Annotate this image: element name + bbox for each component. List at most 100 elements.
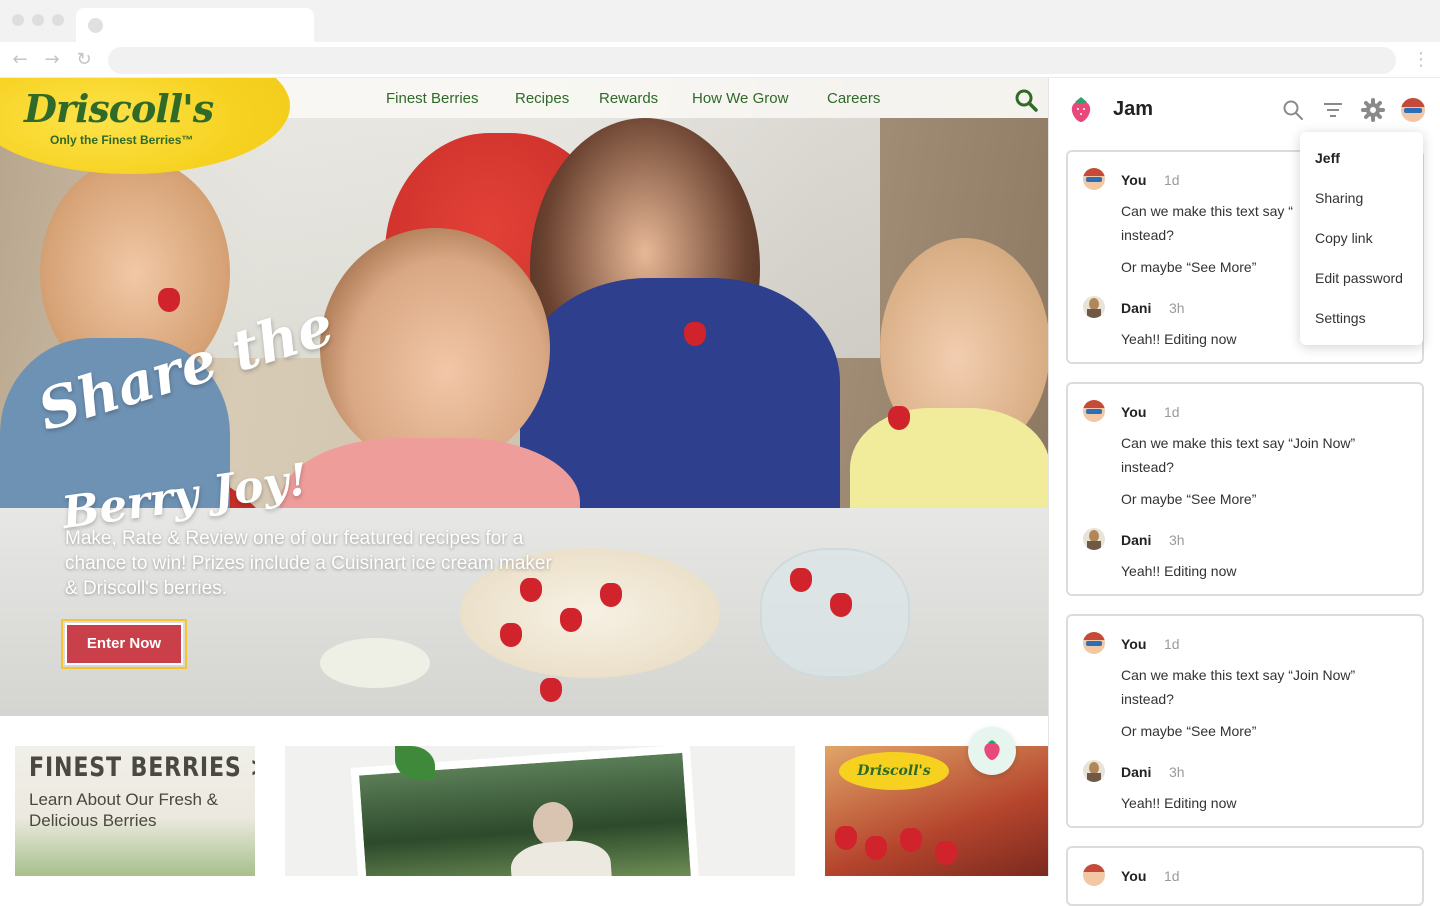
strawberry: [830, 593, 852, 617]
browser-titlebar: [0, 0, 1440, 42]
comment-thread[interactable]: You 1d Can we make this text say “Join N…: [1066, 614, 1424, 828]
nav-careers[interactable]: Careers: [827, 90, 880, 107]
finest-berries-card[interactable]: FINEST BERRIES > Learn About Our Fresh &…: [15, 746, 255, 876]
small-bowl: [320, 638, 430, 688]
logo-tagline: Only the Finest Berries™: [50, 133, 194, 147]
comment-text: Can we make this text say “Join Now”: [1121, 435, 1356, 451]
comment-author: You: [1121, 868, 1147, 884]
avatar-glasses: [1086, 641, 1102, 646]
jam-strawberry-icon: [984, 740, 1000, 760]
reply-author: Dani: [1121, 764, 1152, 780]
reply-time: 3h: [1169, 532, 1185, 548]
strawberry: [600, 583, 622, 607]
comment-thread[interactable]: You 1d: [1066, 846, 1424, 906]
avatar-body: [1087, 773, 1101, 782]
avatar: [1083, 632, 1105, 654]
avatar-body: [1087, 309, 1101, 318]
enter-now-button[interactable]: Enter Now: [61, 619, 187, 669]
reply-author: Dani: [1121, 532, 1152, 548]
window-close-dot[interactable]: [12, 14, 24, 26]
avatar-hair: [1401, 98, 1425, 107]
hero-banner: Share the Berry Joy! Make, Rate & Review…: [0, 78, 1048, 716]
window-maximize-dot[interactable]: [52, 14, 64, 26]
finest-berries-card-subtitle: Learn About Our Fresh & Delicious Berrie…: [29, 790, 218, 830]
jam-strawberry-icon[interactable]: [1069, 96, 1093, 124]
comment-time: 1d: [1164, 636, 1180, 652]
comment-time: 1d: [1164, 868, 1180, 884]
finest-berries-card-title: FINEST BERRIES >: [29, 752, 255, 783]
nav-finest-berries[interactable]: Finest Berries: [386, 90, 479, 107]
avatar-glasses: [1404, 108, 1422, 113]
reload-icon[interactable]: ↻: [74, 50, 94, 70]
strawberry: [835, 826, 857, 850]
menu-copy-link[interactable]: Copy link: [1315, 230, 1373, 246]
comment-time: 1d: [1164, 172, 1180, 188]
avatar-glasses: [1086, 409, 1102, 414]
avatar: [1083, 760, 1105, 782]
back-arrow-icon[interactable]: ←: [10, 50, 30, 70]
comment-text-line2: instead?: [1121, 691, 1174, 707]
avatar: [1083, 528, 1105, 550]
strawberry: [560, 608, 582, 632]
avatar: [1083, 168, 1105, 190]
comment-text-line2: instead?: [1121, 459, 1174, 475]
site-logo[interactable]: Driscoll's: [24, 86, 214, 131]
strawberry: [935, 841, 957, 865]
reply-text: Yeah!! Editing now: [1121, 563, 1237, 579]
strawberry: [158, 288, 180, 312]
grower-shirt: [509, 838, 614, 876]
strawberry: [540, 678, 562, 702]
hero-body-text: Make, Rate & Review one of our featured …: [65, 528, 552, 599]
strawberry: [684, 322, 706, 346]
filter-icon[interactable]: [1321, 98, 1345, 122]
window-minimize-dot[interactable]: [32, 14, 44, 26]
nav-rewards[interactable]: Rewards: [599, 90, 658, 107]
user-avatar[interactable]: [1401, 98, 1425, 122]
avatar: [1083, 296, 1105, 318]
avatar-glasses: [1086, 177, 1102, 182]
avatar-hair: [1083, 864, 1105, 872]
reply-author: Dani: [1121, 300, 1152, 316]
reply-time: 3h: [1169, 300, 1185, 316]
berry-package-card[interactable]: Driscoll's: [825, 746, 1048, 876]
search-icon[interactable]: [1281, 98, 1305, 122]
comment-author: You: [1121, 404, 1147, 420]
menu-settings[interactable]: Settings: [1315, 310, 1366, 326]
nav-recipes[interactable]: Recipes: [515, 90, 569, 107]
jam-title: Jam: [1113, 98, 1154, 120]
forward-arrow-icon[interactable]: →: [42, 50, 62, 70]
avatar-hair: [1083, 400, 1105, 408]
strawberry: [865, 836, 887, 860]
comment-author: You: [1121, 636, 1147, 652]
strawberry: [888, 406, 910, 430]
site-search-icon[interactable]: [1014, 88, 1038, 112]
reply-text: Yeah!! Editing now: [1121, 795, 1237, 811]
jam-launcher-button[interactable]: [968, 727, 1016, 775]
comment-time: 1d: [1164, 404, 1180, 420]
avatar-hair: [1083, 168, 1105, 176]
tab-favicon-icon: [88, 18, 103, 33]
menu-edit-password[interactable]: Edit password: [1315, 270, 1403, 286]
comment-thread[interactable]: You 1d Can we make this text say “Join N…: [1066, 382, 1424, 596]
comment-author: You: [1121, 172, 1147, 188]
nav-how-we-grow[interactable]: How We Grow: [692, 90, 788, 107]
girl-face: [320, 228, 550, 468]
avatar-hair: [1083, 632, 1105, 640]
browser-tab[interactable]: [76, 8, 314, 42]
strawberry: [500, 623, 522, 647]
gear-icon[interactable]: [1361, 98, 1385, 122]
comment-text: Can we make this text say “Join Now”: [1121, 667, 1356, 683]
menu-sharing[interactable]: Sharing: [1315, 190, 1363, 206]
enter-now-label: Enter Now: [65, 623, 183, 665]
reply-time: 3h: [1169, 764, 1185, 780]
avatar: [1083, 864, 1105, 886]
comment-followup: Or maybe “See More”: [1121, 723, 1257, 739]
address-bar[interactable]: [108, 47, 1396, 74]
avatar-body: [1087, 541, 1101, 550]
grower-story-card[interactable]: [285, 746, 795, 876]
strawberry: [790, 568, 812, 592]
user-dropdown-menu: Jeff Sharing Copy link Edit password Set…: [1300, 132, 1423, 345]
comment-followup: Or maybe “See More”: [1121, 491, 1257, 507]
kebab-menu-icon[interactable]: ⋮: [1412, 51, 1430, 71]
browser-toolbar: ← → ↻ ⋮: [0, 42, 1440, 78]
